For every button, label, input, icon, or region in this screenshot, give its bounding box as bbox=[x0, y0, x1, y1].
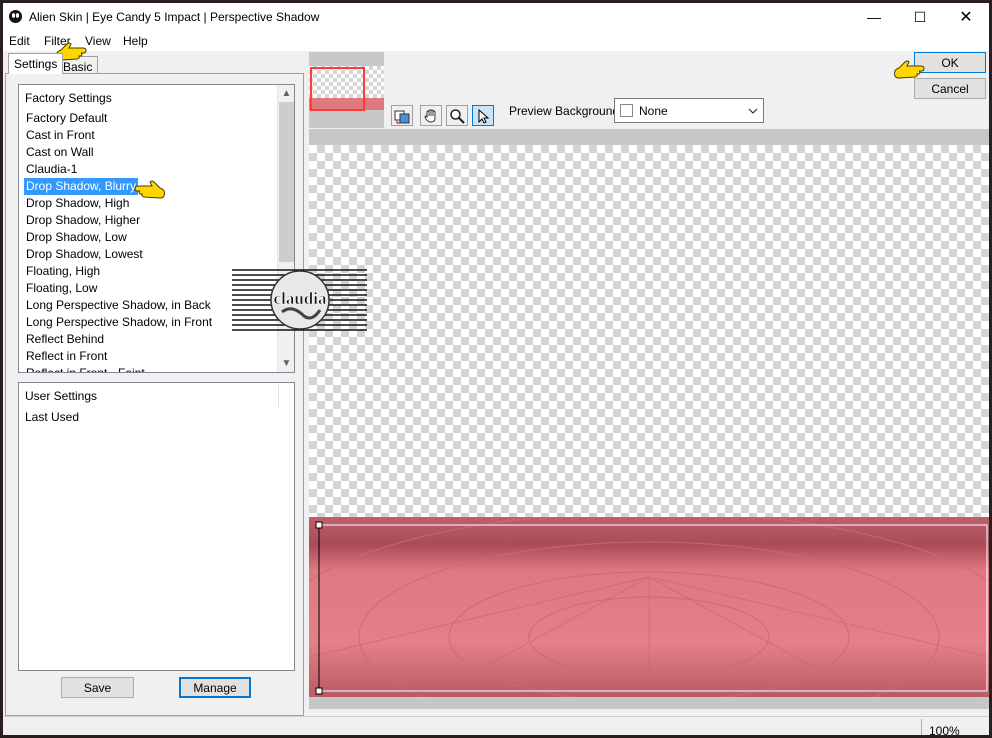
zoom-level: 100% bbox=[929, 724, 960, 735]
menu-edit[interactable]: Edit bbox=[9, 34, 30, 48]
watermark-text: claudia bbox=[274, 289, 327, 308]
user-settings-list[interactable]: User Settings Last Used bbox=[18, 382, 295, 671]
eye-candy-window: Alien Skin | Eye Candy 5 Impact | Perspe… bbox=[3, 3, 989, 735]
status-bar: 100% bbox=[3, 716, 989, 735]
status-divider bbox=[921, 719, 922, 735]
transparent-checkerboard bbox=[309, 145, 989, 531]
list-item[interactable]: Floating, High bbox=[24, 263, 214, 280]
cancel-button[interactable]: Cancel bbox=[914, 78, 986, 99]
preview-canvas[interactable] bbox=[309, 129, 989, 709]
list-item[interactable]: Long Perspective Shadow, in Back bbox=[24, 297, 214, 314]
preview-background-label: Preview Background: bbox=[509, 104, 623, 118]
chevron-down-icon[interactable] bbox=[743, 99, 763, 122]
preview-image bbox=[309, 517, 989, 697]
list-item[interactable]: Reflect in Front - Faint bbox=[24, 365, 214, 372]
list-item[interactable]: Last Used bbox=[25, 410, 79, 424]
column-divider bbox=[278, 385, 279, 407]
user-settings-header: User Settings bbox=[25, 389, 98, 403]
alien-skin-icon bbox=[9, 10, 22, 23]
preview-top-border bbox=[309, 129, 989, 145]
maximize-button[interactable]: ☐ bbox=[897, 3, 943, 31]
pointing-hand-icon bbox=[134, 180, 165, 199]
list-item[interactable]: Cast on Wall bbox=[24, 144, 214, 161]
factory-settings-items: Factory Default Cast in Front Cast on Wa… bbox=[24, 110, 214, 372]
list-item[interactable]: Long Perspective Shadow, in Front bbox=[24, 314, 214, 331]
zoom-icon[interactable] bbox=[446, 105, 468, 126]
list-item[interactable]: Cast in Front bbox=[24, 127, 214, 144]
background-swatch-icon bbox=[620, 104, 633, 117]
list-item[interactable]: Floating, Low bbox=[24, 280, 214, 297]
navigator-thumbnail[interactable] bbox=[309, 52, 384, 128]
thumbnail-viewport-frame[interactable] bbox=[310, 67, 365, 111]
menu-bar: Edit Filter View Help bbox=[3, 31, 989, 51]
list-item[interactable]: Drop Shadow, High bbox=[24, 195, 214, 212]
menu-help[interactable]: Help bbox=[123, 34, 148, 48]
settings-panel: Factory Settings Factory Default Cast in… bbox=[5, 73, 304, 716]
scroll-down-icon[interactable]: ▼ bbox=[278, 355, 294, 372]
tab-settings[interactable]: Settings bbox=[8, 53, 64, 74]
hand-pan-icon[interactable] bbox=[420, 105, 442, 126]
list-item[interactable]: Drop Shadow, Higher bbox=[24, 212, 214, 229]
list-item-selected[interactable]: Drop Shadow, Blurry bbox=[24, 178, 139, 195]
claudia-watermark: claudia bbox=[232, 269, 367, 331]
list-item[interactable]: Drop Shadow, Lowest bbox=[24, 246, 214, 263]
minimize-button[interactable]: — bbox=[851, 3, 897, 31]
list-item[interactable]: Claudia-1 bbox=[24, 161, 214, 178]
factory-settings-header: Factory Settings bbox=[25, 91, 112, 105]
list-item[interactable]: Factory Default bbox=[24, 110, 214, 127]
preview-background-value: None bbox=[639, 104, 668, 118]
scroll-thumb[interactable] bbox=[279, 102, 294, 262]
save-button[interactable]: Save bbox=[61, 677, 134, 698]
window-title: Alien Skin | Eye Candy 5 Impact | Perspe… bbox=[29, 10, 320, 24]
pointing-hand-icon bbox=[894, 60, 925, 79]
color-swap-icon[interactable] bbox=[391, 105, 413, 126]
list-item[interactable]: Reflect in Front bbox=[24, 348, 214, 365]
pointer-arrow-icon[interactable] bbox=[472, 105, 494, 126]
title-bar: Alien Skin | Eye Candy 5 Impact | Perspe… bbox=[3, 3, 989, 31]
manage-button[interactable]: Manage bbox=[179, 677, 251, 698]
scroll-up-icon[interactable]: ▲ bbox=[278, 85, 294, 102]
preview-bottom-border bbox=[309, 697, 989, 709]
list-item[interactable]: Reflect Behind bbox=[24, 331, 214, 348]
list-item[interactable]: Drop Shadow, Low bbox=[24, 229, 214, 246]
close-button[interactable]: ✕ bbox=[943, 3, 989, 31]
preview-background-select[interactable]: None bbox=[614, 98, 764, 123]
